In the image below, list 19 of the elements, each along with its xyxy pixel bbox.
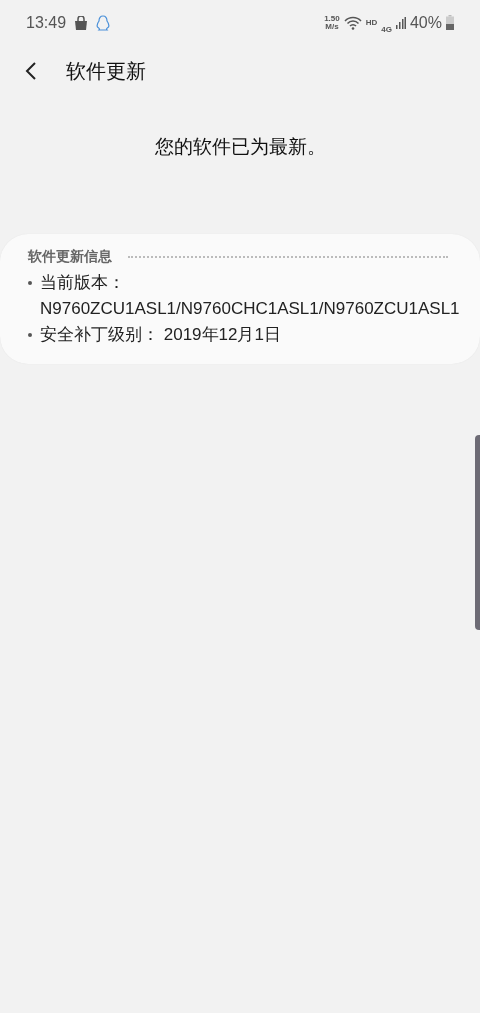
bullet-dot bbox=[28, 333, 32, 337]
speed-unit: M/s bbox=[325, 22, 339, 31]
status-message: 您的软件已为最新。 bbox=[154, 135, 326, 159]
hd-label: HD bbox=[365, 18, 378, 27]
info-text: 当前版本：N9760ZCU1ASL1/N9760CHC1ASL1/N9760ZCU1ASL1 bbox=[40, 272, 460, 320]
battery-percent: 40% bbox=[409, 13, 442, 32]
shopping-bag-icon bbox=[74, 15, 89, 30]
page-title: 软件更新 bbox=[66, 58, 146, 84]
bullet-dot bbox=[28, 281, 32, 285]
network-label: 4G bbox=[381, 24, 392, 34]
signal-icon bbox=[395, 16, 406, 29]
outline-figure-icon bbox=[96, 14, 111, 31]
edge-panel-handle[interactable] bbox=[475, 435, 480, 630]
battery-icon bbox=[446, 15, 454, 30]
info-text: 安全补丁级别： 2019年12月1日 bbox=[40, 324, 281, 346]
wifi-icon bbox=[343, 15, 362, 30]
speed-value: 1.50 bbox=[324, 14, 340, 23]
section-title: 软件更新信息 bbox=[28, 248, 112, 266]
clock: 13:49 bbox=[26, 13, 67, 32]
